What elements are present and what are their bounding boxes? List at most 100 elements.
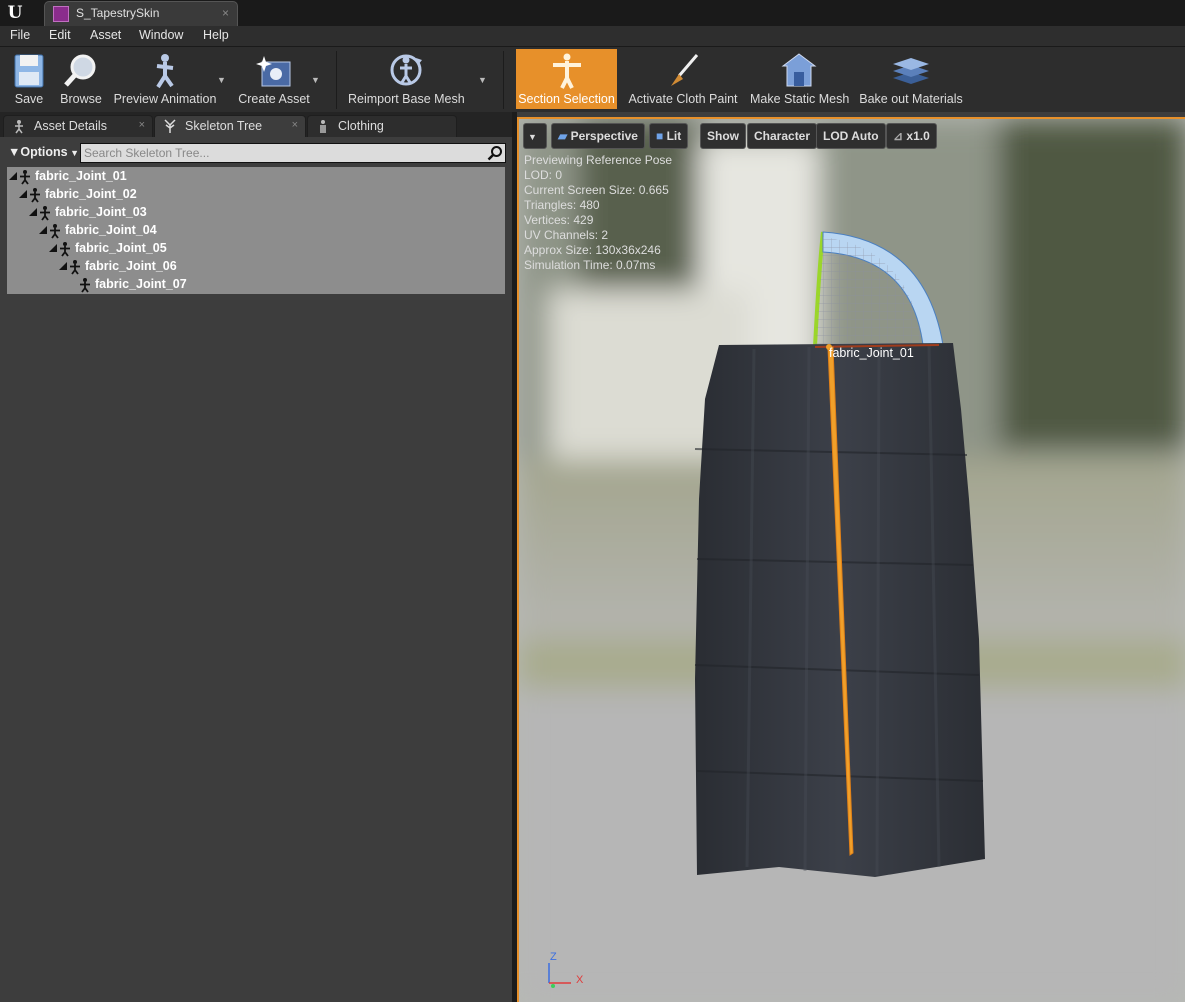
menu-help[interactable]: Help bbox=[203, 28, 229, 42]
preview-animation-icon bbox=[156, 54, 174, 89]
menu-window[interactable]: Window bbox=[139, 28, 183, 42]
bone-icon bbox=[40, 206, 50, 221]
reimport-dropdown-icon[interactable]: ▼ bbox=[478, 75, 487, 85]
static-mesh-icon bbox=[781, 53, 817, 87]
bone-label: fabric_Joint_03 bbox=[55, 205, 147, 219]
perspective-icon: ▰ bbox=[558, 129, 571, 143]
bone-row[interactable]: fabric_Joint_03 bbox=[7, 204, 505, 222]
section-selection-icon bbox=[552, 53, 581, 89]
bone-row[interactable]: fabric_Joint_05 bbox=[7, 240, 505, 258]
skeleton-icon bbox=[164, 119, 176, 133]
toolbar-separator bbox=[336, 51, 337, 109]
menu-file[interactable]: File bbox=[10, 28, 30, 42]
asset-details-icon bbox=[15, 120, 23, 134]
save-icon bbox=[14, 54, 44, 88]
document-tab[interactable]: S_TapestrySkin × bbox=[44, 1, 238, 26]
bone-label: fabric_Joint_06 bbox=[85, 259, 177, 273]
show-button[interactable]: Show bbox=[700, 123, 746, 149]
reimport-base-mesh-button[interactable]: Reimport Base Mesh bbox=[348, 49, 465, 109]
axis-z-label: Z bbox=[550, 951, 557, 963]
browse-magnifier-icon bbox=[64, 54, 96, 87]
bone-row[interactable]: fabric_Joint_06 bbox=[7, 258, 505, 276]
lit-cube-icon: ■ bbox=[656, 129, 667, 143]
options-dropdown[interactable]: ▼Options ▼ bbox=[8, 145, 79, 159]
toolbar-separator bbox=[503, 51, 504, 109]
save-button[interactable]: Save bbox=[6, 49, 52, 109]
tab-close-icon[interactable]: × bbox=[139, 119, 145, 131]
chevron-down-icon: ▼ bbox=[528, 132, 537, 142]
section-selection-button[interactable]: Section Selection bbox=[516, 49, 617, 109]
menu-edit[interactable]: Edit bbox=[49, 28, 71, 42]
preview-viewport[interactable]: ▼ ▰ Perspective ■ Lit Show Character LOD… bbox=[517, 117, 1185, 1002]
viewport-options-dropdown[interactable]: ▼ bbox=[523, 123, 547, 149]
material-layers-icon bbox=[893, 58, 929, 84]
bone-icon bbox=[80, 278, 90, 293]
bone-row[interactable]: fabric_Joint_02 bbox=[7, 186, 505, 204]
stat-line: Approx Size: 130x36x246 bbox=[524, 243, 661, 257]
bone-icon bbox=[20, 170, 30, 185]
character-button[interactable]: Character bbox=[747, 123, 818, 149]
expand-arrow-icon[interactable] bbox=[29, 208, 37, 216]
create-asset-icon bbox=[256, 56, 291, 87]
viewport-stats: Previewing Reference Pose LOD: 0 Current… bbox=[524, 153, 672, 273]
stat-line: Previewing Reference Pose bbox=[524, 153, 673, 167]
menu-bar: File Edit Asset Window Help bbox=[0, 26, 1185, 46]
tab-skeleton-tree[interactable]: Skeleton Tree × bbox=[154, 115, 306, 137]
speed-icon: ⊿ bbox=[893, 129, 907, 143]
tab-asset-details[interactable]: Asset Details × bbox=[3, 115, 153, 137]
skeleton-search-box bbox=[80, 143, 506, 163]
bone-label: fabric_Joint_07 bbox=[95, 277, 187, 291]
bone-row[interactable]: fabric_Joint_07 bbox=[7, 276, 505, 294]
bone-label: fabric_Joint_01 bbox=[35, 169, 127, 183]
stat-line: Simulation Time: 0.07ms bbox=[524, 258, 656, 272]
expand-arrow-icon[interactable] bbox=[9, 172, 17, 180]
panel-tab-bar: Asset Details × Skeleton Tree × Clothing bbox=[0, 112, 512, 137]
clothing-icon bbox=[320, 120, 326, 133]
skeletal-mesh-asset-icon bbox=[53, 6, 69, 22]
skeleton-search-input[interactable] bbox=[84, 144, 479, 162]
document-tab-close-icon[interactable]: × bbox=[222, 6, 229, 20]
bone-label: fabric_Joint_04 bbox=[65, 223, 157, 237]
tab-clothing[interactable]: Clothing bbox=[307, 115, 457, 137]
stat-line: Vertices: 429 bbox=[524, 213, 594, 227]
expand-arrow-icon[interactable] bbox=[19, 190, 27, 198]
menu-asset[interactable]: Asset bbox=[90, 28, 121, 42]
title-bar: U S_TapestrySkin × bbox=[0, 0, 1185, 26]
preview-animation-dropdown-icon[interactable]: ▼ bbox=[217, 75, 226, 85]
paintbrush-icon bbox=[671, 54, 699, 86]
playback-speed-button[interactable]: ⊿ x1.0 bbox=[886, 123, 937, 149]
activate-cloth-paint-button[interactable]: Activate Cloth Paint bbox=[626, 49, 740, 109]
create-asset-button[interactable]: Create Asset bbox=[236, 49, 312, 109]
axis-x-label: X bbox=[576, 974, 584, 986]
lit-button[interactable]: ■ Lit bbox=[649, 123, 689, 149]
toolbar: Save Browse Preview Animation ▼ Create A… bbox=[0, 46, 1185, 112]
browse-button[interactable]: Browse bbox=[56, 49, 106, 109]
bone-label: fabric_Joint_02 bbox=[45, 187, 137, 201]
skeleton-tree-panel: Asset Details × Skeleton Tree × Clothing… bbox=[0, 112, 512, 1002]
expand-arrow-icon[interactable] bbox=[39, 226, 47, 234]
stat-line: UV Channels: 2 bbox=[524, 228, 609, 242]
make-static-mesh-button[interactable]: Make Static Mesh bbox=[750, 49, 849, 109]
stat-line: Current Screen Size: 0.665 bbox=[524, 183, 669, 197]
bake-out-materials-button[interactable]: Bake out Materials bbox=[858, 49, 964, 109]
bone-row[interactable]: fabric_Joint_04 bbox=[7, 222, 505, 240]
chevron-down-icon: ▼ bbox=[67, 148, 80, 158]
lod-button[interactable]: LOD Auto bbox=[816, 123, 886, 149]
stat-line: LOD: 0 bbox=[524, 168, 563, 182]
bone-icon bbox=[60, 242, 70, 257]
tab-close-icon[interactable]: × bbox=[292, 119, 298, 131]
reimport-icon bbox=[390, 54, 422, 86]
filter-icon: ▼ bbox=[8, 145, 21, 159]
bone-label: fabric_Joint_05 bbox=[75, 241, 167, 255]
perspective-button[interactable]: ▰ Perspective bbox=[551, 123, 645, 149]
search-icon[interactable] bbox=[487, 145, 503, 161]
bone-icon bbox=[30, 188, 40, 203]
bone-icon bbox=[50, 224, 60, 239]
preview-animation-button[interactable]: Preview Animation bbox=[112, 49, 218, 109]
stat-line: Triangles: 480 bbox=[524, 198, 600, 212]
bone-row[interactable]: fabric_Joint_01 bbox=[7, 168, 505, 186]
expand-arrow-icon[interactable] bbox=[59, 262, 67, 270]
bone-icon bbox=[70, 260, 80, 275]
create-asset-dropdown-icon[interactable]: ▼ bbox=[311, 75, 320, 85]
expand-arrow-icon[interactable] bbox=[49, 244, 57, 252]
